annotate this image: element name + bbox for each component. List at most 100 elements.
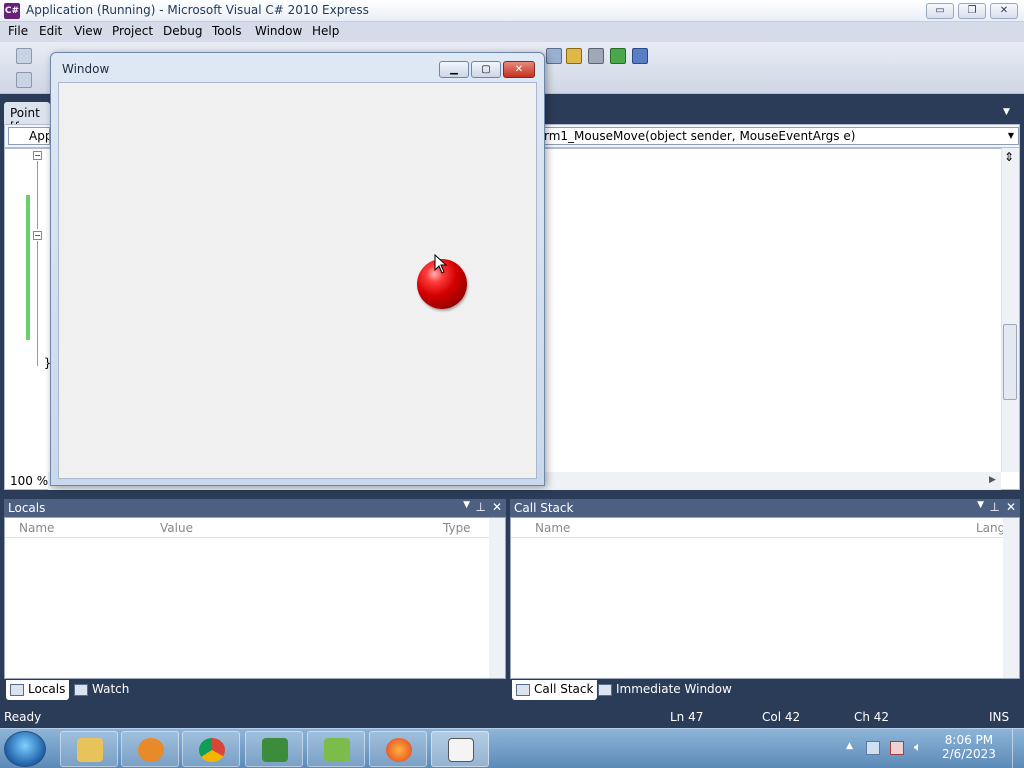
- tab-watch-label: Watch: [92, 682, 130, 696]
- start-button[interactable]: [4, 731, 46, 767]
- visual-csharp-icon: [262, 738, 288, 762]
- collapse-icon[interactable]: −: [33, 151, 42, 160]
- close-icon[interactable]: ✕: [492, 500, 502, 514]
- collapse-icon[interactable]: −: [33, 231, 42, 240]
- type-dropdown[interactable]: Appl: [8, 127, 50, 145]
- network-icon[interactable]: [866, 741, 880, 755]
- show-hidden-icons-icon[interactable]: ▲: [846, 741, 853, 751]
- status-insert-mode: INS: [989, 710, 1010, 724]
- taskbar-media-player[interactable]: [121, 731, 179, 767]
- locals-icon: [10, 684, 24, 696]
- change-marker: [26, 195, 30, 340]
- vertical-scrollbar[interactable]: [1001, 148, 1019, 472]
- menu-help[interactable]: Help: [312, 24, 339, 38]
- properties-icon[interactable]: [566, 48, 582, 64]
- chevron-down-icon[interactable]: ▼: [977, 500, 984, 510]
- status-line: Ln 47: [670, 710, 704, 724]
- tab-immediate-label: Immediate Window: [616, 682, 732, 696]
- taskbar-firefox[interactable]: [369, 731, 427, 767]
- locals-panel-title: Locals: [8, 501, 46, 515]
- menu-view[interactable]: View: [74, 24, 102, 38]
- vs-title-bar: C# Application (Running) - Microsoft Vis…: [0, 0, 1024, 22]
- menu-bar: File Edit View Project Debug Tools Windo…: [0, 22, 1024, 42]
- close-button[interactable]: ✕: [990, 3, 1018, 19]
- close-icon[interactable]: ✕: [1006, 500, 1016, 514]
- member-dropdown-label: rm1_MouseMove(object sender, MouseEventA…: [544, 129, 856, 143]
- find-icon[interactable]: [546, 48, 562, 64]
- explorer-icon: [77, 738, 103, 762]
- extension-icon[interactable]: [632, 48, 648, 64]
- member-dropdown[interactable]: rm1_MouseMove(object sender, MouseEventA…: [543, 127, 1019, 145]
- immediate-window-icon: [598, 684, 612, 696]
- locals-panel-body[interactable]: Name Value Type: [4, 517, 506, 679]
- menu-project[interactable]: Project: [112, 24, 153, 38]
- column-type[interactable]: Type: [443, 521, 471, 535]
- menu-file[interactable]: File: [8, 24, 28, 38]
- status-text: Ready: [4, 710, 42, 724]
- running-app-window[interactable]: Window ▁ ▢ ✕: [50, 52, 545, 486]
- app-maximize-button[interactable]: ▢: [471, 61, 501, 78]
- toolbox-icon[interactable]: [610, 48, 626, 64]
- tab-locals[interactable]: Locals: [6, 680, 70, 700]
- toolbar-icon[interactable]: [16, 72, 32, 88]
- callstack-panel-header: Call Stack ▼ ⊥ ✕: [510, 499, 1020, 517]
- menu-tools[interactable]: Tools: [212, 24, 242, 38]
- pin-icon[interactable]: ⊥: [476, 500, 486, 514]
- tools-icon[interactable]: [588, 48, 604, 64]
- call-stack-icon: [516, 684, 530, 696]
- show-desktop-button[interactable]: [1012, 729, 1024, 768]
- split-icon[interactable]: ⇕: [1004, 150, 1014, 164]
- column-name[interactable]: Name: [19, 521, 54, 535]
- pin-icon[interactable]: ⊥: [990, 500, 1000, 514]
- app-close-button[interactable]: ✕: [503, 61, 535, 78]
- taskbar-running-app[interactable]: [431, 731, 489, 767]
- scroll-right-icon[interactable]: ▶: [989, 475, 996, 485]
- callstack-panel-body[interactable]: Name Lang: [510, 517, 1020, 679]
- status-column: Col 42: [762, 710, 801, 724]
- editor-icon: [324, 738, 350, 762]
- tab-call-stack[interactable]: Call Stack: [512, 680, 598, 700]
- zoom-level[interactable]: 100 %: [10, 474, 48, 488]
- outline-line: [37, 161, 38, 229]
- chevron-down-icon[interactable]: ▼: [1003, 107, 1010, 117]
- column-language[interactable]: Lang: [976, 521, 1005, 535]
- volume-icon[interactable]: 🔈︎: [914, 740, 922, 755]
- watch-icon: [74, 684, 88, 696]
- taskbar-visual-csharp[interactable]: [245, 731, 303, 767]
- menu-debug[interactable]: Debug: [163, 24, 202, 38]
- firefox-icon: [386, 738, 412, 762]
- mouse-cursor-icon: [434, 254, 448, 274]
- column-value[interactable]: Value: [160, 521, 193, 535]
- taskbar-explorer[interactable]: [60, 731, 118, 767]
- chevron-down-icon[interactable]: ▼: [463, 500, 470, 510]
- tab-locals-label: Locals: [28, 682, 66, 696]
- taskbar-chrome[interactable]: [182, 731, 240, 767]
- column-name[interactable]: Name: [535, 521, 570, 535]
- media-player-icon: [138, 738, 164, 762]
- tab-immediate-window[interactable]: Immediate Window: [594, 680, 736, 700]
- tab-call-stack-label: Call Stack: [534, 682, 594, 696]
- menu-edit[interactable]: Edit: [39, 24, 62, 38]
- scrollbar-thumb[interactable]: [1003, 324, 1017, 400]
- document-tab[interactable]: Point [f: [4, 102, 50, 134]
- menu-window[interactable]: Window: [255, 24, 302, 38]
- taskbar-editor[interactable]: [307, 731, 365, 767]
- callstack-scrollbar[interactable]: [1003, 518, 1019, 678]
- chevron-down-icon: ▼: [1007, 131, 1014, 140]
- running-app-icon: [448, 738, 474, 762]
- clock-date: 2/6/2023: [942, 747, 996, 761]
- chrome-icon: [199, 738, 225, 762]
- app-client-area[interactable]: [58, 82, 537, 479]
- restore-button[interactable]: ❐: [958, 3, 986, 19]
- action-center-icon[interactable]: [890, 741, 904, 755]
- locals-panel-header: Locals ▼ ⊥ ✕: [4, 499, 506, 517]
- locals-column-headers: Name Value Type: [5, 518, 489, 538]
- app-minimize-button[interactable]: ▁: [439, 61, 469, 78]
- minimize-button[interactable]: ▭: [926, 3, 954, 19]
- callstack-panel-tabs: Call Stack Immediate Window: [510, 679, 1020, 701]
- outline-line: [37, 241, 38, 366]
- new-project-icon[interactable]: [16, 48, 32, 64]
- system-clock[interactable]: 8:06 PM 2/6/2023: [942, 733, 996, 761]
- tab-watch[interactable]: Watch: [70, 680, 133, 700]
- locals-scrollbar[interactable]: [489, 518, 505, 678]
